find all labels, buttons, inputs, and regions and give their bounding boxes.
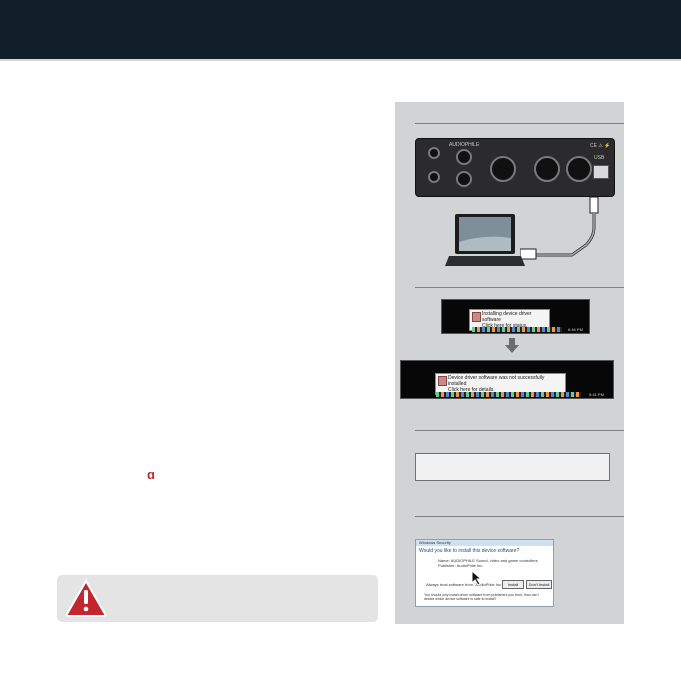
header-divider <box>0 59 681 61</box>
publisher-name: Publisher: AudioPhile Inc. <box>438 563 484 568</box>
path-field[interactable] <box>415 453 610 481</box>
text-column <box>58 90 378 560</box>
midi-out-port <box>534 156 560 182</box>
xlr-input <box>490 156 516 182</box>
midi-in-port <box>566 156 592 182</box>
step-separator <box>415 516 624 517</box>
failed-title: Device driver software was not successfu… <box>448 375 545 387</box>
usb-cable <box>520 197 599 260</box>
dialog-titlebar: Windows Security <box>416 540 553 546</box>
install-button[interactable]: Install <box>502 580 524 589</box>
device-brand-label: AUDIOPHILE <box>449 142 480 148</box>
tray-time: 5:41 PM <box>589 392 604 397</box>
always-trust-checkbox-label[interactable]: Always trust software from "AudioPhile I… <box>426 582 504 587</box>
system-tray-icons <box>472 327 562 332</box>
notification-screenshot-failed: Device driver software was not successfu… <box>400 360 614 399</box>
system-tray-icons <box>436 392 581 397</box>
laptop-illustration <box>445 214 525 266</box>
dialog-question: Would you like to install this device so… <box>419 548 520 554</box>
mouse-cursor-icon <box>471 570 483 586</box>
step-separator <box>415 287 624 288</box>
line-jack <box>456 171 472 187</box>
ce-mark-label: CE ⚠ ⚡ <box>590 143 611 149</box>
header-bar <box>0 0 681 59</box>
usb-port <box>593 165 609 179</box>
steps-panel: AUDIOPHILE CE ⚠ ⚡ USB Installing device … <box>395 102 624 624</box>
dont-install-button[interactable]: Don't Install <box>526 580 552 589</box>
usb-label: USB <box>594 155 605 161</box>
audio-interface-device: AUDIOPHILE CE ⚠ ⚡ USB <box>415 138 615 197</box>
line-jack <box>456 149 472 165</box>
audiophile-logo-icon: ɑ <box>147 467 155 482</box>
warning-triangle-icon <box>65 579 107 617</box>
step-separator <box>415 430 624 431</box>
step-separator <box>415 123 624 124</box>
headphone-jack <box>428 147 440 159</box>
installing-title: Installing device driver software <box>482 311 532 323</box>
windows-security-dialog: Windows Security Would you like to insta… <box>415 539 554 607</box>
arrow-down-icon <box>505 338 519 353</box>
warning-box <box>57 575 378 622</box>
tray-time: 6:46 PM <box>568 327 583 332</box>
notification-screenshot-installing: Installing device driver software Click … <box>441 299 590 334</box>
headphone-jack <box>428 171 440 183</box>
dialog-note: You should only install driver software … <box>424 593 540 601</box>
